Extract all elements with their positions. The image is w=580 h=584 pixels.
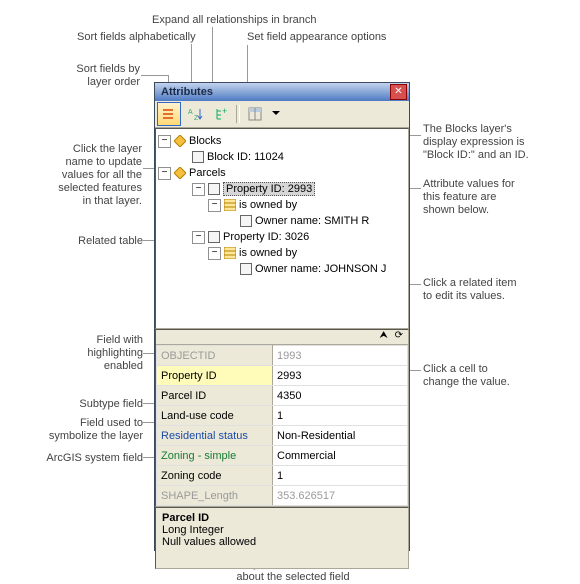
callout-subtype-field: Subtype field xyxy=(75,398,143,411)
attribute-grid: ⮝ ⟳ OBJECTID1993Property ID2993Parcel ID… xyxy=(155,329,409,507)
owner-label: Owner name: JOHNSON J xyxy=(255,263,386,275)
callout-sort-alpha: Sort fields alphabetically xyxy=(77,31,196,44)
field-info-box: Parcel ID Long Integer Null values allow… xyxy=(155,507,409,569)
callout-click-cell: Click a cell tochange the value. xyxy=(423,363,510,389)
toolbar-separator xyxy=(236,105,240,123)
field-value-cell[interactable]: 2993 xyxy=(273,366,408,386)
field-options-button[interactable] xyxy=(243,102,267,126)
sort-layer-order-button[interactable] xyxy=(157,102,181,126)
callout-expand-branch: Expand all relationships in branch xyxy=(152,14,317,27)
attribute-table[interactable]: OBJECTID1993Property ID2993Parcel ID4350… xyxy=(156,345,408,506)
layer-label[interactable]: Blocks xyxy=(189,135,221,147)
close-icon[interactable]: ✕ xyxy=(390,84,407,100)
record-icon xyxy=(240,215,252,227)
feature-label: Property ID: 2993 xyxy=(223,182,315,196)
titlebar[interactable]: Attributes ✕ xyxy=(155,83,409,101)
svg-text:+: + xyxy=(222,106,227,116)
field-name-cell[interactable]: Zoning - simple xyxy=(157,446,273,466)
tree-node-relationship[interactable]: − is owned by xyxy=(158,197,406,213)
sort-alpha-button[interactable]: AZ xyxy=(183,102,207,126)
feature-icon xyxy=(208,231,220,243)
callout-related-item: Click a related itemto edit its values. xyxy=(423,277,517,303)
field-name-cell[interactable]: Property ID xyxy=(157,366,273,386)
collapse-icon[interactable]: − xyxy=(192,183,205,196)
collapse-icon[interactable]: − xyxy=(208,199,221,212)
table-icon xyxy=(224,247,236,259)
grid-row[interactable]: SHAPE_Length353.626517 xyxy=(157,486,408,506)
collapse-icon[interactable]: − xyxy=(208,247,221,260)
callout-symbology-field: Field used tosymbolize the layer xyxy=(47,417,143,443)
grid-row[interactable]: OBJECTID1993 xyxy=(157,346,408,366)
tree-node-owner[interactable]: Owner name: SMITH R xyxy=(158,213,406,229)
callout-layer-name: Click the layername to updatevalues for … xyxy=(46,143,142,208)
grid-row[interactable]: Land-use code1 xyxy=(157,406,408,426)
dropdown-button[interactable] xyxy=(269,102,283,126)
field-info-title: Parcel ID xyxy=(162,512,209,524)
field-info-null: Null values allowed xyxy=(162,536,256,548)
grid-row[interactable]: Property ID2993 xyxy=(157,366,408,386)
toolbar: AZ + xyxy=(155,101,409,128)
layer-icon xyxy=(174,167,186,179)
callout-related-table: Related table xyxy=(73,235,143,248)
field-value-cell[interactable]: 353.626517 xyxy=(273,486,408,506)
callout-field-highlighting: Field withhighlightingenabled xyxy=(81,334,143,373)
feature-label: Property ID: 3026 xyxy=(223,231,309,243)
field-name-cell[interactable]: Land-use code xyxy=(157,406,273,426)
field-value-cell[interactable]: 1993 xyxy=(273,346,408,366)
attributes-window: Attributes ✕ AZ + − Blocks Block ID: 110… xyxy=(154,82,410,551)
field-value-cell[interactable]: Commercial xyxy=(273,446,408,466)
owner-label: Owner name: SMITH R xyxy=(255,215,369,227)
svg-text:A: A xyxy=(188,109,193,116)
field-value-cell[interactable]: 4350 xyxy=(273,386,408,406)
collapse-icon[interactable]: − xyxy=(192,231,205,244)
field-value-cell[interactable]: Non-Residential xyxy=(273,426,408,446)
field-value-cell[interactable]: 1 xyxy=(273,406,408,426)
tree-node-blocks[interactable]: − Blocks xyxy=(158,133,406,149)
feature-icon xyxy=(208,183,220,195)
callout-field-appearance: Set field appearance options xyxy=(247,31,386,44)
collapse-icon[interactable]: − xyxy=(158,135,171,148)
field-info-type: Long Integer xyxy=(162,524,224,536)
record-icon xyxy=(240,263,252,275)
collapse-icon[interactable]: − xyxy=(158,167,171,180)
grid-row[interactable]: Parcel ID4350 xyxy=(157,386,408,406)
field-name-cell[interactable]: SHAPE_Length xyxy=(157,486,273,506)
feature-icon xyxy=(192,151,204,163)
tree-node-relationship[interactable]: − is owned by xyxy=(158,245,406,261)
window-title: Attributes xyxy=(157,86,213,98)
grid-row[interactable]: Residential statusNon-Residential xyxy=(157,426,408,446)
layer-icon xyxy=(174,135,186,147)
field-name-cell[interactable]: Residential status xyxy=(157,426,273,446)
tree-view[interactable]: − Blocks Block ID: 11024 − Parcels − Pro… xyxy=(155,128,409,329)
grid-row[interactable]: Zoning - simpleCommercial xyxy=(157,446,408,466)
tree-node-property[interactable]: − Property ID: 2993 xyxy=(158,181,406,197)
expand-branch-button[interactable]: + xyxy=(209,102,233,126)
relationship-label: is owned by xyxy=(239,199,297,211)
field-name-cell[interactable]: Parcel ID xyxy=(157,386,273,406)
tree-node-owner[interactable]: Owner name: JOHNSON J xyxy=(158,261,406,277)
tree-node-block-id[interactable]: Block ID: 11024 xyxy=(158,149,406,165)
grid-nav-icons[interactable]: ⮝ ⟳ xyxy=(156,330,408,345)
table-icon xyxy=(224,199,236,211)
layer-label[interactable]: Parcels xyxy=(189,167,226,179)
field-name-cell[interactable]: Zoning code xyxy=(157,466,273,486)
field-value-cell[interactable]: 1 xyxy=(273,466,408,486)
grid-row[interactable]: Zoning code1 xyxy=(157,466,408,486)
field-name-cell[interactable]: OBJECTID xyxy=(157,346,273,366)
callout-sort-layer-order: Sort fields bylayer order xyxy=(50,63,140,89)
feature-label: Block ID: 11024 xyxy=(207,151,284,163)
callout-attr-values: Attribute values forthis feature areshow… xyxy=(423,178,515,217)
tree-node-property[interactable]: − Property ID: 3026 xyxy=(158,229,406,245)
relationship-label: is owned by xyxy=(239,247,297,259)
callout-system-field: ArcGIS system field xyxy=(38,452,143,465)
callout-display-expr: The Blocks layer'sdisplay expression is"… xyxy=(423,123,529,162)
tree-node-parcels[interactable]: − Parcels xyxy=(158,165,406,181)
